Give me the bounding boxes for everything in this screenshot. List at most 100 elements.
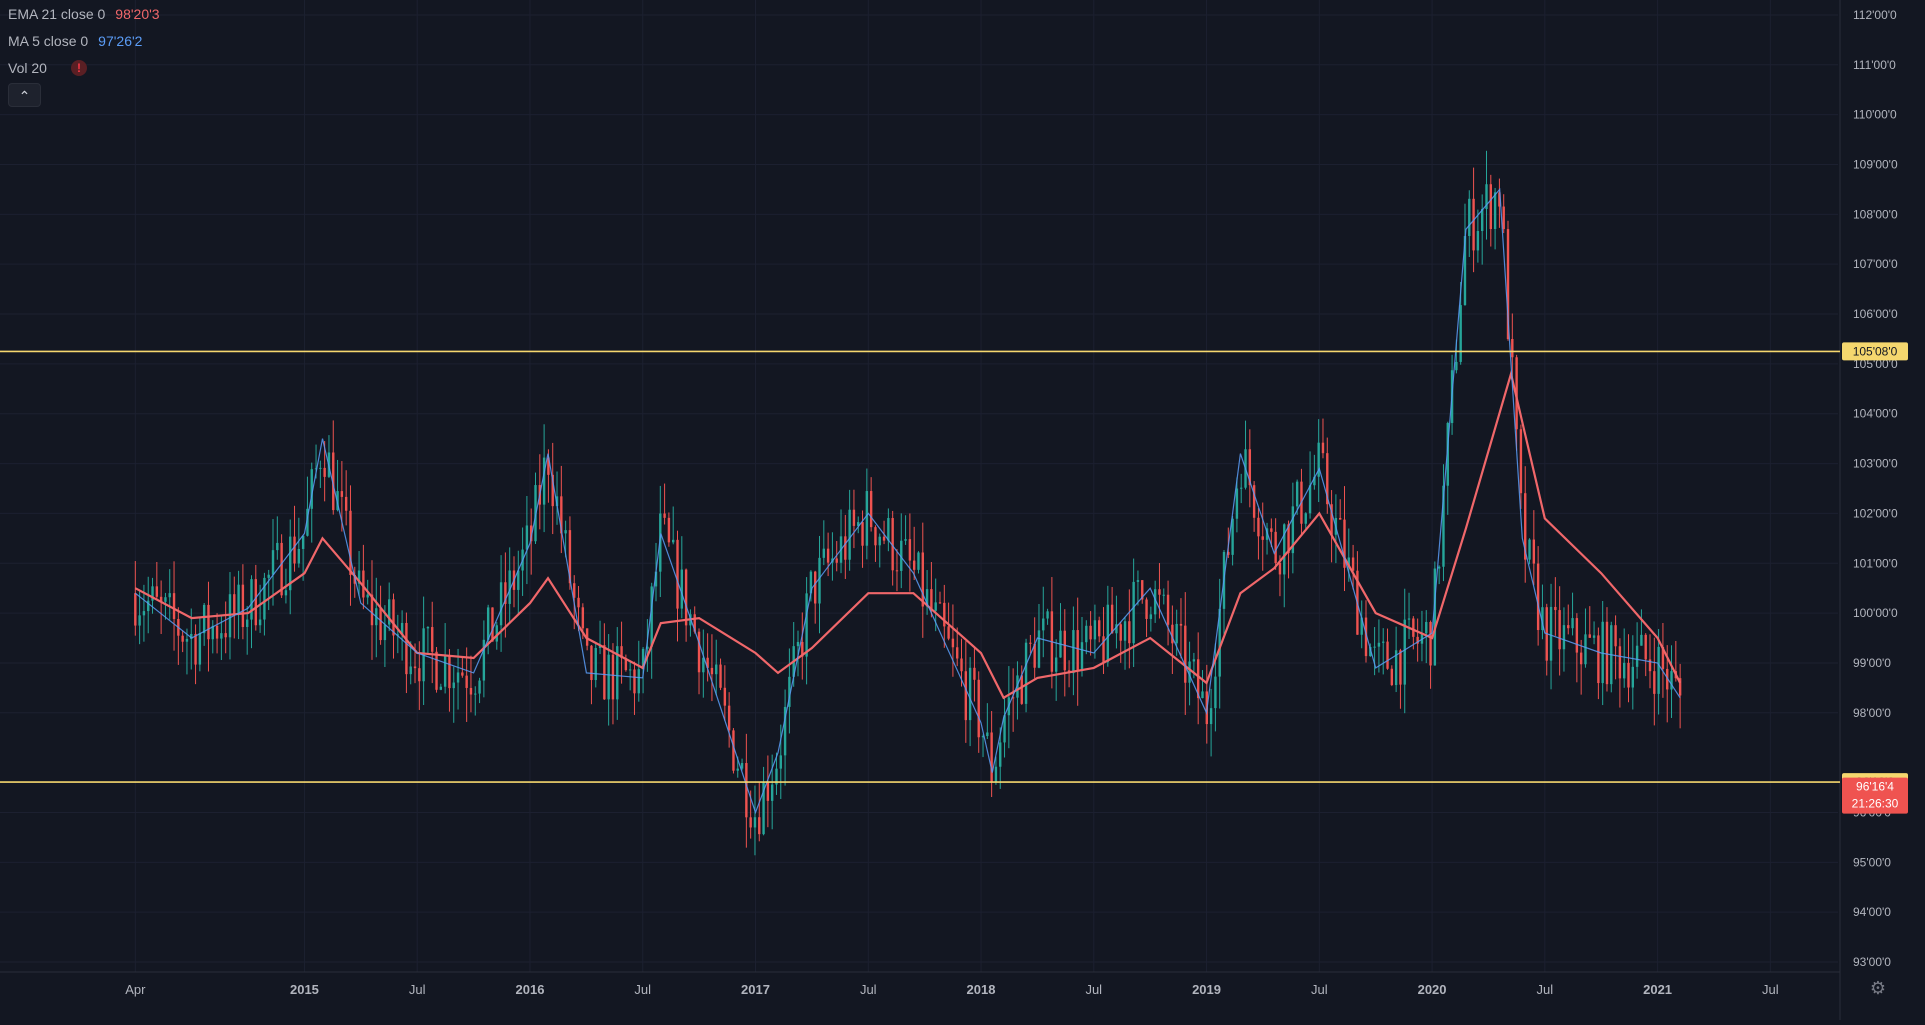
- candle-body: [1214, 676, 1217, 709]
- candle-body: [818, 557, 821, 604]
- candle-body: [805, 593, 808, 657]
- candle-body: [921, 552, 924, 607]
- hline-price-label: 105'08'0: [1853, 344, 1898, 358]
- candle-body: [456, 672, 460, 683]
- candle-body: [1209, 708, 1213, 725]
- candle-body: [1519, 429, 1523, 494]
- candle-body: [1644, 634, 1647, 660]
- candle-body: [1085, 625, 1088, 643]
- candle-body: [263, 577, 266, 620]
- candle-body: [869, 491, 873, 528]
- candle-body: [1072, 630, 1075, 674]
- time-tick-label: Jul: [1311, 982, 1328, 997]
- candle-body: [1149, 614, 1153, 619]
- candle-body: [237, 584, 240, 615]
- candle-body: [908, 539, 912, 561]
- candle-body: [448, 656, 451, 689]
- time-tick-label: 2021: [1643, 982, 1672, 997]
- candle-body: [301, 535, 305, 549]
- candle-body: [542, 457, 546, 505]
- ema-legend[interactable]: EMA 21 close 0 98'20'3: [8, 0, 160, 27]
- price-tick-label: 107'00'0: [1853, 257, 1898, 271]
- candle-body: [383, 624, 387, 641]
- candle-body: [431, 627, 434, 652]
- candle-body: [956, 647, 959, 659]
- candle-body: [271, 550, 275, 575]
- time-tick-label: Jul: [860, 982, 877, 997]
- candle-body: [865, 491, 869, 546]
- candle-body: [968, 667, 972, 721]
- candle-body: [1304, 513, 1307, 524]
- candle-body: [1412, 618, 1415, 637]
- ma-line: [134, 187, 1681, 815]
- candle-body: [887, 518, 890, 541]
- chart-area[interactable]: 112'00'0 111'00'0 110'00'0 109'00'0 108'00'0…: [0, 0, 1925, 1020]
- vol-name: Vol 20: [8, 59, 47, 76]
- candle-body: [1046, 611, 1049, 619]
- candle-body: [340, 491, 344, 497]
- candle-body: [1128, 621, 1131, 644]
- candle-body: [1532, 539, 1536, 564]
- ema-name: EMA 21 close 0: [8, 5, 106, 22]
- candle-body: [297, 548, 301, 564]
- price-tick-label: 108'00'0: [1853, 207, 1898, 221]
- candle-body: [426, 627, 430, 629]
- candle-body: [319, 467, 322, 469]
- candle-body: [1093, 620, 1097, 640]
- price-tick-label: 110'00'0: [1853, 108, 1897, 122]
- candle-body: [138, 615, 141, 626]
- candle-body: [349, 510, 352, 575]
- candle-body: [1278, 562, 1282, 575]
- candle-body: [758, 817, 761, 835]
- candle-body: [1192, 659, 1196, 662]
- exclamation-icon[interactable]: !: [70, 59, 87, 76]
- candle-body: [667, 517, 671, 543]
- candle-body: [1588, 634, 1591, 638]
- candle-body: [202, 604, 206, 634]
- candle-body: [293, 536, 296, 564]
- gear-icon[interactable]: ⚙: [1868, 978, 1888, 998]
- candle-body: [258, 619, 262, 626]
- candle-body: [1063, 630, 1066, 671]
- candle-body: [1480, 208, 1484, 232]
- candle-body: [1472, 198, 1475, 251]
- candle-body: [1158, 589, 1161, 595]
- candle-body: [826, 548, 830, 563]
- candle-body: [1605, 621, 1609, 685]
- candle-body: [844, 536, 847, 560]
- candle-body: [564, 530, 567, 534]
- candle-body: [276, 542, 279, 551]
- candle-body: [1390, 668, 1394, 686]
- vol-legend[interactable]: Vol 20 !: [8, 54, 160, 81]
- candle-body: [1274, 531, 1277, 563]
- candle-body: [1382, 641, 1385, 643]
- candle-body: [680, 569, 684, 609]
- candle-body: [1459, 305, 1462, 362]
- candle-body: [878, 536, 881, 546]
- candle-body: [1489, 184, 1492, 230]
- time-tick-label: Jul: [634, 982, 651, 997]
- candle-body: [168, 593, 171, 598]
- collapse-legend-button[interactable]: ⌃: [8, 83, 41, 107]
- candle-body: [1614, 625, 1617, 647]
- candle-body: [452, 682, 455, 689]
- price-tick-label: 104'00'0: [1853, 407, 1898, 421]
- candle-body: [198, 633, 202, 665]
- price-chart[interactable]: 112'00'0 111'00'0 110'00'0 109'00'0 108'00'0…: [0, 0, 1925, 1020]
- candle-body: [392, 599, 395, 636]
- candle-body: [418, 668, 421, 682]
- candle-body: [1437, 566, 1441, 569]
- candle-body: [1584, 634, 1587, 665]
- price-tick-label: 100'00'0: [1853, 606, 1898, 620]
- candle-body: [220, 633, 223, 639]
- candle-body: [284, 590, 288, 596]
- candle-body: [1321, 442, 1325, 454]
- price-tick-label: 106'00'0: [1853, 307, 1898, 321]
- candle-body: [684, 569, 688, 626]
- candle-body: [1627, 662, 1630, 688]
- candle-body: [912, 560, 916, 570]
- indicator-legend: EMA 21 close 0 98'20'3 MA 5 close 0 97'2…: [8, 0, 160, 81]
- candle-body: [663, 513, 666, 518]
- ma-legend[interactable]: MA 5 close 0 97'26'2: [8, 27, 160, 54]
- candle-body: [443, 656, 447, 687]
